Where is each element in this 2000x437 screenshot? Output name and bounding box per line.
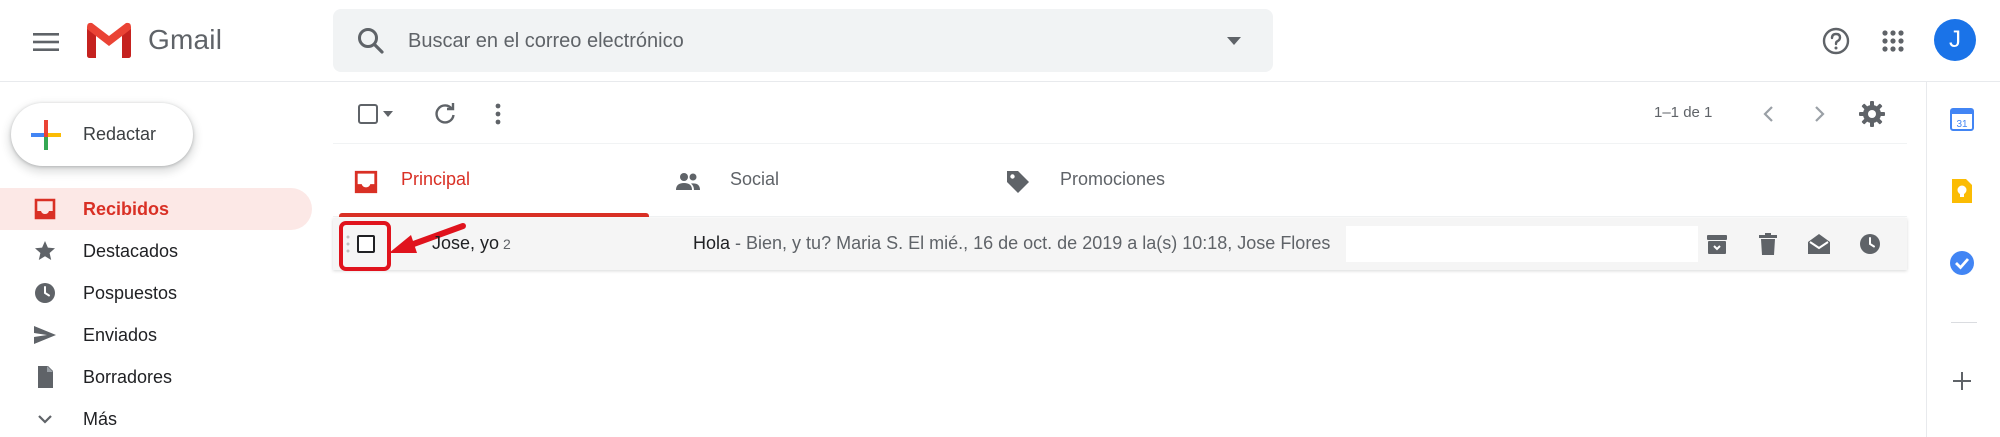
settings-button[interactable]: [1852, 94, 1892, 134]
sender-names: Jose, yo: [432, 233, 500, 253]
caret-down-icon: [383, 111, 393, 117]
message-subject: Hola: [693, 233, 731, 253]
message-subject-line: Hola - Bien, y tu? Maria S. El mié., 16 …: [693, 233, 1330, 254]
archive-button[interactable]: [1701, 228, 1733, 260]
keep-addon[interactable]: [1947, 176, 1977, 206]
message-row[interactable]: Jose, yo 2 Hola - Bien, y tu? Maria S. El…: [333, 218, 1907, 271]
calendar-icon: 31: [1950, 108, 1974, 131]
account-avatar[interactable]: J: [1934, 19, 1976, 61]
inbox-icon: [34, 198, 56, 220]
keep-icon: [1952, 179, 1972, 203]
tab-label: Principal: [401, 169, 471, 189]
search-input[interactable]: [408, 23, 1168, 59]
apps-grid-icon: [1882, 30, 1904, 52]
tab-label: Social: [730, 169, 780, 189]
compose-label: Redactar: [83, 124, 157, 144]
app-name: Gmail: [148, 24, 223, 55]
help-button[interactable]: [1812, 17, 1860, 65]
inbox-icon: [354, 170, 378, 194]
delete-button[interactable]: [1752, 228, 1784, 260]
open-envelope-icon: [1808, 234, 1830, 254]
sidebar-item-label: Destacados: [83, 240, 179, 261]
sidebar-item-inbox[interactable]: Recibidos: [0, 188, 312, 230]
refresh-icon: [435, 103, 455, 124]
tab-promotions[interactable]: Promociones: [993, 145, 1309, 217]
sidebar-item-label: Más: [83, 408, 118, 429]
side-panel: 31: [1926, 82, 2000, 437]
snippet-overflow-area: [1346, 226, 1698, 262]
compose-button[interactable]: Redactar: [11, 103, 193, 166]
clock-icon: [1860, 234, 1880, 254]
clock-icon: [35, 283, 55, 303]
chevron-left-icon: [1763, 106, 1773, 122]
older-button[interactable]: [1800, 94, 1840, 134]
compose-plus-icon: [31, 120, 61, 150]
svg-text:31: 31: [1956, 119, 1968, 130]
search-icon[interactable]: [355, 25, 387, 57]
more-vert-icon: [495, 103, 501, 125]
gear-icon: [1859, 101, 1885, 127]
checkbox-icon: [358, 104, 378, 124]
chevron-right-icon: [1815, 106, 1825, 122]
select-options-button[interactable]: [377, 94, 399, 134]
side-panel-divider: [1951, 322, 1977, 323]
top-header: Gmail J: [0, 0, 2000, 82]
tag-icon: [1007, 171, 1029, 193]
sidebar-nav: Recibidos Destacados Pospuestos Enviados…: [0, 188, 312, 437]
sidebar-item-more[interactable]: Más: [0, 398, 312, 437]
chevron-down-icon: [38, 415, 52, 424]
sidebar-item-snoozed[interactable]: Pospuestos: [0, 272, 312, 314]
hamburger-icon: [33, 33, 59, 51]
message-snippet: - Bien, y tu? Maria S. El mié., 16 de oc…: [730, 233, 1331, 253]
caret-down-icon: [1227, 37, 1241, 45]
sidebar-item-starred[interactable]: Destacados: [0, 230, 312, 272]
sidebar-item-label: Enviados: [83, 324, 158, 345]
gmail-m-icon: [87, 22, 131, 58]
category-tabs: Principal Social Promociones: [333, 145, 1907, 217]
star-icon: [35, 241, 55, 260]
people-icon: [676, 173, 700, 190]
mail-toolbar: 1–1 de 1: [333, 86, 1907, 144]
sidebar-item-label: Borradores: [83, 366, 173, 387]
search-options-button[interactable]: [1210, 17, 1258, 65]
sidebar-item-drafts[interactable]: Borradores: [0, 356, 312, 398]
draft-icon: [38, 366, 53, 388]
mark-as-read-button[interactable]: [1803, 228, 1835, 260]
message-sender: Jose, yo 2: [432, 233, 511, 254]
apps-button[interactable]: [1869, 17, 1917, 65]
refresh-button[interactable]: [425, 94, 465, 134]
trash-icon: [1759, 233, 1777, 255]
send-icon: [34, 326, 56, 344]
pagination-info: 1–1 de 1: [1654, 104, 1713, 121]
archive-icon: [1707, 235, 1727, 254]
gmail-logo[interactable]: Gmail: [84, 21, 222, 59]
help-icon: [1822, 27, 1850, 55]
snooze-button[interactable]: [1854, 228, 1886, 260]
tab-label: Promociones: [1060, 169, 1166, 189]
calendar-addon[interactable]: 31: [1947, 104, 1977, 134]
search-bar[interactable]: [333, 9, 1273, 72]
plus-icon: [1953, 372, 1971, 390]
sidebar-item-label: Pospuestos: [83, 282, 178, 303]
more-options-button[interactable]: [478, 94, 518, 134]
get-addons-button[interactable]: [1947, 366, 1977, 396]
sidebar-item-label: Recibidos: [83, 198, 170, 219]
main-menu-button[interactable]: [22, 18, 70, 66]
sidebar-item-sent[interactable]: Enviados: [0, 314, 312, 356]
tasks-addon[interactable]: [1947, 248, 1977, 278]
tab-social[interactable]: Social: [663, 145, 979, 217]
newer-button[interactable]: [1748, 94, 1788, 134]
tab-primary[interactable]: Principal: [333, 145, 649, 217]
thread-count: 2: [503, 236, 511, 252]
active-tab-indicator: [339, 213, 649, 217]
tasks-icon: [1950, 251, 1974, 275]
